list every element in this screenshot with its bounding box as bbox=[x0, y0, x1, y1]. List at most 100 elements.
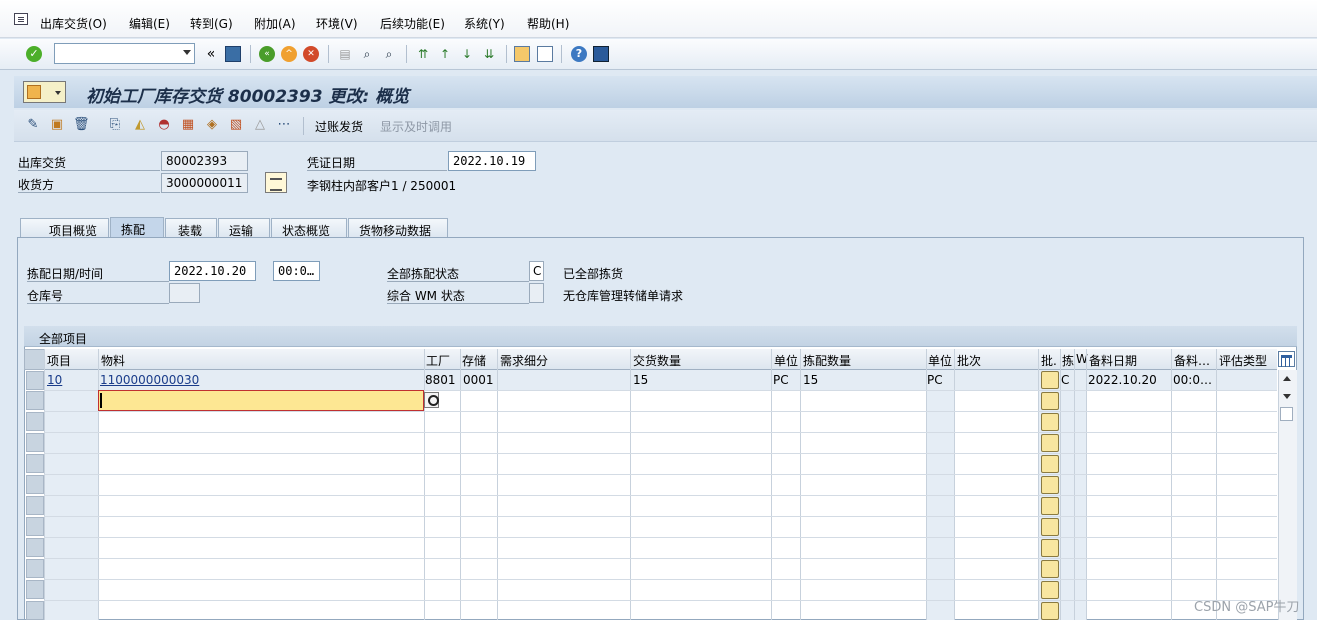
display-change-toggle-icon[interactable] bbox=[23, 81, 66, 103]
post-goods-issue-button[interactable]: 过账发货 bbox=[315, 118, 363, 135]
first-page-icon[interactable]: ⇈ bbox=[415, 46, 431, 62]
menu-goto[interactable]: 转到(G) bbox=[190, 15, 233, 32]
batch-split-button[interactable] bbox=[1041, 371, 1059, 389]
scroll-up-icon[interactable] bbox=[1283, 376, 1291, 381]
tab-goods-movement-data[interactable]: 货物移动数据 bbox=[348, 218, 448, 238]
batch-split-button[interactable] bbox=[1041, 476, 1059, 494]
col-header-pick-status[interactable]: 拣 bbox=[1062, 352, 1074, 369]
chevron-down-icon[interactable] bbox=[183, 50, 191, 55]
menu-help[interactable]: 帮助(H) bbox=[527, 15, 569, 32]
tab-transport[interactable]: 运输 bbox=[218, 218, 270, 238]
row-selector[interactable] bbox=[26, 412, 44, 431]
picking-date-field[interactable]: 2022.10.20 bbox=[169, 261, 256, 281]
col-header-picked-quantity[interactable]: 拣配数量 bbox=[803, 352, 851, 369]
cell-picked-quantity[interactable]: 15 bbox=[803, 373, 818, 387]
handling-units-icon[interactable]: △ bbox=[252, 117, 268, 133]
row-selector[interactable] bbox=[26, 391, 44, 410]
item-details-icon[interactable]: ◈ bbox=[204, 117, 220, 133]
row-selector[interactable] bbox=[26, 538, 44, 557]
row-selector[interactable] bbox=[26, 475, 44, 494]
tab-status-overview[interactable]: 状态概览 bbox=[271, 218, 347, 238]
partner-icon[interactable]: ◭ bbox=[132, 117, 148, 133]
batch-split-button[interactable] bbox=[1041, 413, 1059, 431]
document-date-field[interactable]: 2022.10.19 bbox=[448, 151, 536, 171]
create-session-icon[interactable] bbox=[514, 46, 530, 62]
collapse-command-icon[interactable]: « bbox=[203, 46, 219, 62]
exit-icon[interactable]: ^ bbox=[281, 46, 297, 62]
display-change-icon[interactable]: ✎ bbox=[25, 117, 41, 133]
col-header-unit[interactable]: 单位 bbox=[774, 352, 798, 369]
col-header-item[interactable]: 项目 bbox=[47, 352, 71, 369]
material-input[interactable] bbox=[98, 390, 424, 411]
batch-split-button[interactable] bbox=[1041, 497, 1059, 515]
row-selector[interactable] bbox=[26, 371, 44, 390]
cell-item[interactable]: 10 bbox=[47, 373, 62, 387]
find-icon[interactable]: ⌕ bbox=[359, 46, 375, 62]
next-page-icon[interactable]: ↓ bbox=[459, 46, 475, 62]
create-item-icon[interactable]: ▣ bbox=[49, 117, 65, 133]
find-next-icon[interactable]: ⌕ bbox=[381, 46, 397, 62]
menu-follow-up[interactable]: 后续功能(E) bbox=[380, 15, 445, 32]
display-timely-call-button[interactable]: 显示及时调用 bbox=[380, 118, 452, 135]
tab-picking[interactable]: 拣配 bbox=[110, 217, 164, 238]
row-selector[interactable] bbox=[26, 496, 44, 515]
help-icon[interactable]: ? bbox=[571, 46, 587, 62]
row-selector[interactable] bbox=[26, 559, 44, 578]
col-header-plant[interactable]: 工厂 bbox=[426, 352, 450, 369]
col-header-batch[interactable]: 批次 bbox=[957, 352, 981, 369]
back-icon[interactable]: « bbox=[259, 46, 275, 62]
customize-layout-icon[interactable] bbox=[593, 46, 609, 62]
col-header-staging-date[interactable]: 备料日期 bbox=[1089, 352, 1137, 369]
batch-split-button[interactable] bbox=[1041, 455, 1059, 473]
previous-page-icon[interactable]: ↑ bbox=[437, 46, 453, 62]
menu-outbound-delivery[interactable]: 出库交货(O) bbox=[40, 15, 107, 32]
header-details-icon[interactable]: ▦ bbox=[180, 117, 196, 133]
print-icon[interactable]: ▤ bbox=[337, 46, 353, 62]
col-header-material[interactable]: 物料 bbox=[101, 352, 125, 369]
col-header-storage[interactable]: 存储 bbox=[462, 352, 486, 369]
row-selector[interactable] bbox=[26, 433, 44, 452]
col-header-requirement-segment[interactable]: 需求细分 bbox=[500, 352, 548, 369]
col-header-batch-split[interactable]: 批. bbox=[1041, 352, 1057, 369]
menu-edit[interactable]: 编辑(E) bbox=[129, 15, 170, 32]
tab-item-overview[interactable]: 项目概览 bbox=[20, 218, 109, 238]
batch-split-button[interactable] bbox=[1041, 560, 1059, 578]
col-header-delivery-quantity[interactable]: 交货数量 bbox=[633, 352, 681, 369]
cancel-icon[interactable]: ✕ bbox=[303, 46, 319, 62]
search-help-icon[interactable] bbox=[424, 392, 439, 408]
menu-extras[interactable]: 附加(A) bbox=[254, 15, 296, 32]
picking-time-field[interactable]: 00:0… bbox=[273, 261, 320, 281]
batch-split-button[interactable] bbox=[1041, 602, 1059, 620]
ship-to-address-button[interactable] bbox=[265, 172, 287, 193]
serial-numbers-icon[interactable]: ⋯ bbox=[276, 117, 292, 133]
last-page-icon[interactable]: ⇊ bbox=[481, 46, 497, 62]
select-all-button[interactable] bbox=[24, 349, 45, 370]
batch-split-button[interactable] bbox=[1041, 392, 1059, 410]
column-settings-icon[interactable] bbox=[1278, 351, 1295, 367]
command-field[interactable] bbox=[54, 43, 195, 64]
row-selector[interactable] bbox=[26, 454, 44, 473]
delete-icon[interactable]: 🗑 bbox=[73, 117, 90, 133]
save-icon[interactable] bbox=[225, 46, 241, 62]
batch-split-button[interactable] bbox=[1041, 539, 1059, 557]
batch-split-button[interactable] bbox=[1041, 581, 1059, 599]
create-shortcut-icon[interactable] bbox=[537, 46, 553, 62]
batch-split-button[interactable] bbox=[1041, 518, 1059, 536]
col-header-staging-time[interactable]: 备料… bbox=[1174, 352, 1210, 369]
menu-environment[interactable]: 环境(V) bbox=[316, 15, 358, 32]
row-selector[interactable] bbox=[26, 601, 44, 620]
col-header-valuation-type[interactable]: 评估类型 bbox=[1219, 352, 1267, 369]
system-menu-icon[interactable] bbox=[14, 13, 28, 25]
col-header-picked-unit[interactable]: 单位 bbox=[928, 352, 952, 369]
scroll-down-icon[interactable] bbox=[1283, 394, 1291, 399]
row-selector[interactable] bbox=[26, 517, 44, 536]
batch-split-icon[interactable]: ◓ bbox=[156, 117, 172, 133]
tab-loading[interactable]: 装载 bbox=[165, 218, 217, 238]
cell-material[interactable]: 1100000000030 bbox=[100, 373, 199, 387]
enter-check-icon[interactable]: ✓ bbox=[26, 46, 42, 62]
menu-system[interactable]: 系统(Y) bbox=[464, 15, 505, 32]
scroll-thumb[interactable] bbox=[1280, 407, 1293, 421]
batch-split-button[interactable] bbox=[1041, 434, 1059, 452]
packing-icon[interactable]: ▧ bbox=[228, 117, 244, 133]
row-selector[interactable] bbox=[26, 580, 44, 599]
